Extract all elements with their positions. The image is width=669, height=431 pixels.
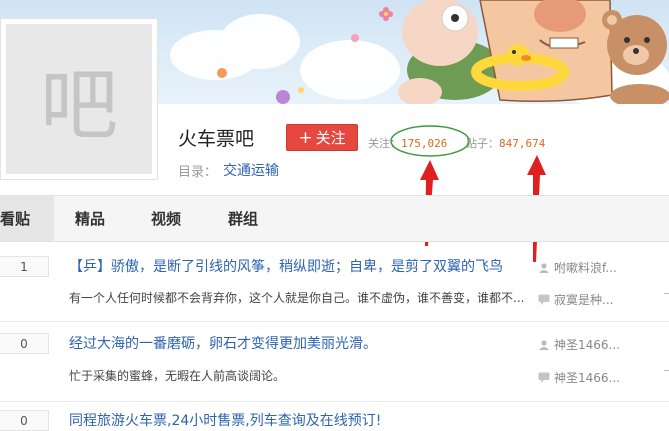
- plus-icon: +: [298, 127, 313, 148]
- thread-row: 1 【乒】骄傲，是断了引线的风筝，稍纵即逝；自卑，是剪了双翼的飞鸟 有一个人任何…: [0, 242, 669, 322]
- followers-count: 175,026: [401, 137, 448, 150]
- tab-groups-label: 群组: [228, 210, 259, 228]
- thread-row: 0 同程旅游火车票,24小时售票,列车查询及在线预订!: [0, 402, 669, 431]
- followers-label: 关注：: [368, 137, 401, 150]
- avatar-placeholder-glyph: 吧: [6, 24, 152, 174]
- follow-button[interactable]: + 关注: [286, 124, 358, 151]
- thread-last-reply-name: 神圣1466...: [554, 371, 620, 385]
- reply-count-badge: 1: [0, 256, 49, 277]
- thread-row: 0 经过大海的一番磨砺，卵石才变得更加美丽光滑。 忙于采集的蜜蜂，无暇在人前高谈…: [0, 322, 669, 402]
- reply-count-badge: 0: [0, 333, 49, 354]
- posts-label: 贴子：: [466, 137, 499, 150]
- row-edge-marker: [664, 370, 669, 371]
- thread-abstract: 有一个人任何时候都不会背弃你，这个人就是你自己。谁不虚伪，谁不善变，谁都不...: [69, 291, 525, 305]
- tab-featured-label: 精品: [75, 210, 106, 228]
- follow-button-label: 关注: [315, 129, 346, 147]
- thread-abstract: 忙于采集的蜜蜂，无暇在人前高谈阔论。: [69, 369, 286, 383]
- tab-posts-label: 看贴: [0, 210, 31, 228]
- thread-title-link[interactable]: 经过大海的一番磨砺，卵石才变得更加美丽光滑。: [69, 333, 377, 353]
- category-label: 目录：: [178, 165, 218, 180]
- thread-author[interactable]: 神圣1466...: [538, 336, 620, 353]
- posts-stat: 贴子：847,674: [466, 135, 545, 151]
- forum-title[interactable]: 火车票吧: [178, 124, 254, 151]
- forum-avatar[interactable]: 吧: [0, 18, 158, 180]
- thread-last-reply[interactable]: 寂寞是种...: [538, 291, 613, 308]
- forum-tab-bar: 看贴 精品 视频 群组: [0, 195, 669, 242]
- category-link[interactable]: 交通运输: [223, 160, 279, 180]
- thread-last-reply-name: 寂寞是种...: [554, 293, 614, 307]
- thread-title-link[interactable]: 【乒】骄傲，是断了引线的风筝，稍纵即逝；自卑，是剪了双翼的飞鸟: [69, 256, 503, 276]
- thread-last-reply[interactable]: 神圣1466...: [538, 369, 620, 386]
- reply-count-badge: 0: [0, 410, 49, 431]
- comment-icon: [538, 372, 550, 383]
- tab-groups[interactable]: 群组: [228, 196, 258, 241]
- user-icon: [539, 339, 549, 350]
- tab-video[interactable]: 视频: [151, 196, 181, 241]
- comment-icon: [538, 294, 550, 305]
- followers-stat: 关注：175,026: [368, 135, 447, 151]
- tab-posts[interactable]: 看贴: [0, 196, 54, 241]
- thread-author[interactable]: 咐嗽料浪f...: [538, 259, 617, 276]
- thread-author-name: 神圣1466...: [554, 338, 620, 352]
- tab-featured[interactable]: 精品: [75, 196, 105, 241]
- row-edge-marker: [664, 293, 669, 294]
- thread-title-link[interactable]: 同程旅游火车票,24小时售票,列车查询及在线预订!: [69, 410, 381, 430]
- tab-video-label: 视频: [151, 210, 182, 228]
- posts-count: 847,674: [499, 137, 546, 150]
- user-icon: [539, 262, 549, 273]
- thread-author-name: 咐嗽料浪f...: [554, 261, 617, 275]
